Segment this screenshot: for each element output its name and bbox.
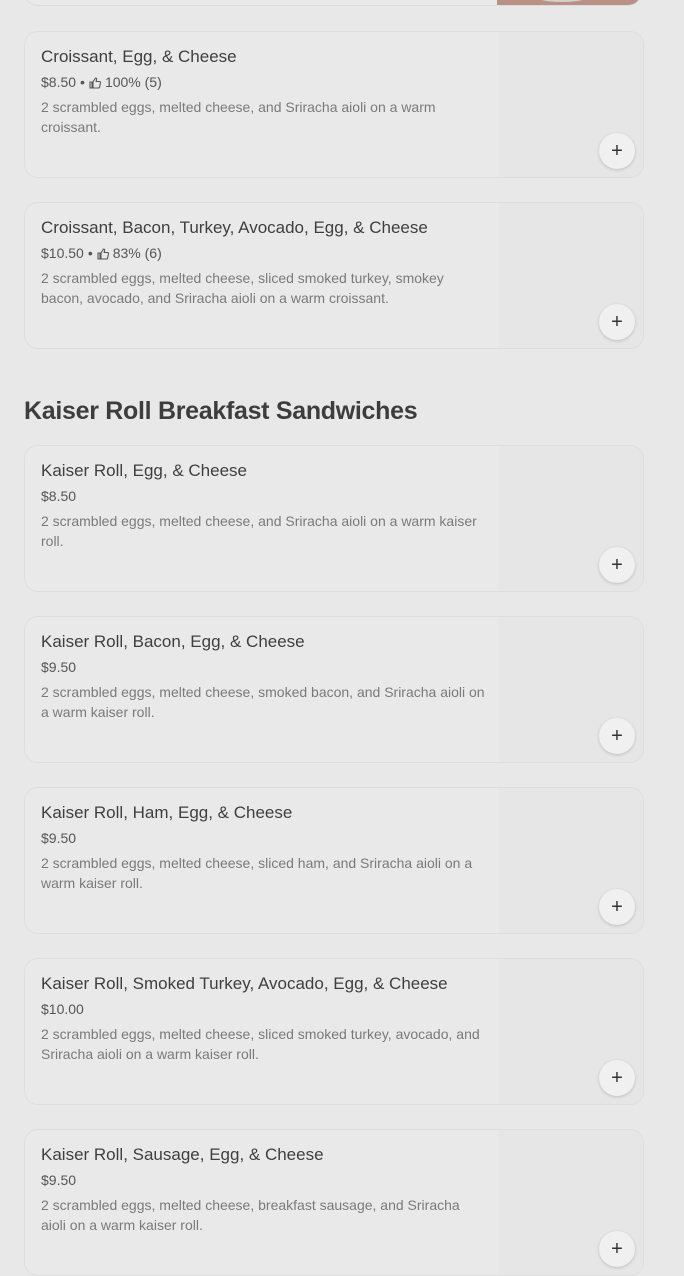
menu-item-name: Kaiser Roll, Bacon, Egg, & Cheese <box>41 632 305 651</box>
plus-icon: + <box>611 895 623 918</box>
menu-item-description: 2 scrambled eggs, melted cheese, and Sri… <box>41 513 477 549</box>
menu-item-name: Croissant, Egg, & Cheese <box>41 47 237 66</box>
menu-item-meta: $8.50 • 100% (5) <box>41 74 162 90</box>
plus-icon: + <box>611 553 623 576</box>
menu-item-name: Kaiser Roll, Sausage, Egg, & Cheese <box>41 1145 324 1164</box>
menu-item-card[interactable]: Kaiser Roll, Smoked Turkey, Avocado, Egg… <box>24 958 644 1105</box>
menu-item-description: 2 scrambled eggs, melted cheese, sliced … <box>41 855 473 891</box>
menu-item-name: Kaiser Roll, Egg, & Cheese <box>41 461 247 480</box>
menu-item-description: 2 scrambled eggs, melted cheese, sliced … <box>41 270 444 306</box>
add-to-cart-button[interactable]: + <box>599 1060 635 1096</box>
menu-item-price: $9.50 <box>41 1172 77 1188</box>
menu-item-card[interactable]: Kaiser Roll, Ham, Egg, & Cheese $9.50 2 … <box>24 787 644 934</box>
section-title: Kaiser Roll Breakfast Sandwiches <box>24 397 418 425</box>
menu-item-rating: 83% (6) <box>112 245 162 261</box>
menu-item-card[interactable]: Kaiser Roll, Bacon, Egg, & Cheese $9.50 … <box>24 616 644 763</box>
add-to-cart-button[interactable]: + <box>599 1231 635 1267</box>
menu-item-name: Croissant, Bacon, Turkey, Avocado, Egg, … <box>41 218 428 237</box>
menu-item-card[interactable]: Croissant, Egg, & Cheese $8.50 • 100% (5… <box>24 31 644 178</box>
add-to-cart-button[interactable]: + <box>599 889 635 925</box>
plus-icon: + <box>611 139 623 162</box>
add-to-cart-button[interactable]: + <box>599 718 635 754</box>
menu-item-description: 2 scrambled eggs, melted cheese, sliced … <box>41 1026 480 1062</box>
menu-item-card[interactable]: Croissant, Bacon, Turkey, Avocado, Egg, … <box>24 202 644 349</box>
thumbs-up-icon <box>89 76 102 89</box>
previous-menu-item-card[interactable] <box>24 0 642 6</box>
menu-item-meta: $10.50 • 83% (6) <box>41 245 162 261</box>
menu-item-description: 2 scrambled eggs, melted cheese, and Sri… <box>41 99 436 135</box>
menu-item-rating: 100% (5) <box>104 74 162 90</box>
menu-item-card[interactable]: Kaiser Roll, Egg, & Cheese $8.50 2 scram… <box>24 445 644 592</box>
thumbs-up-icon <box>97 247 109 260</box>
menu-item-price: $10.50 <box>41 245 84 261</box>
menu-item-description: 2 scrambled eggs, melted cheese, smoked … <box>41 684 485 720</box>
menu-item-name: Kaiser Roll, Smoked Turkey, Avocado, Egg… <box>41 974 448 993</box>
menu-item-price: $9.50 <box>41 659 77 675</box>
menu-item-name: Kaiser Roll, Ham, Egg, & Cheese <box>41 803 293 822</box>
menu-item-meta: $10.00 <box>41 1001 84 1017</box>
separator-dot: • <box>87 245 93 261</box>
add-to-cart-button[interactable]: + <box>599 133 635 169</box>
menu-item-price: $9.50 <box>41 830 77 846</box>
menu-item-meta: $9.50 <box>41 659 76 675</box>
menu-item-photo <box>497 0 641 5</box>
menu-item-price: $10.00 <box>41 1001 84 1017</box>
plus-icon: + <box>611 1237 623 1260</box>
plus-icon: + <box>611 1066 623 1089</box>
menu-item-price: $8.50 <box>41 74 77 90</box>
menu-item-card[interactable]: Kaiser Roll, Sausage, Egg, & Cheese $9.5… <box>24 1129 644 1276</box>
menu-item-meta: $9.50 <box>41 1172 76 1188</box>
menu-item-description: 2 scrambled eggs, melted cheese, breakfa… <box>41 1197 460 1233</box>
separator-dot: • <box>80 74 85 90</box>
menu-item-price: $8.50 <box>41 488 77 504</box>
add-to-cart-button[interactable]: + <box>599 547 635 583</box>
plus-icon: + <box>611 310 623 333</box>
menu-item-meta: $9.50 <box>41 830 76 846</box>
menu-item-meta: $8.50 <box>41 488 76 504</box>
add-to-cart-button[interactable]: + <box>599 304 635 340</box>
plus-icon: + <box>611 724 623 747</box>
